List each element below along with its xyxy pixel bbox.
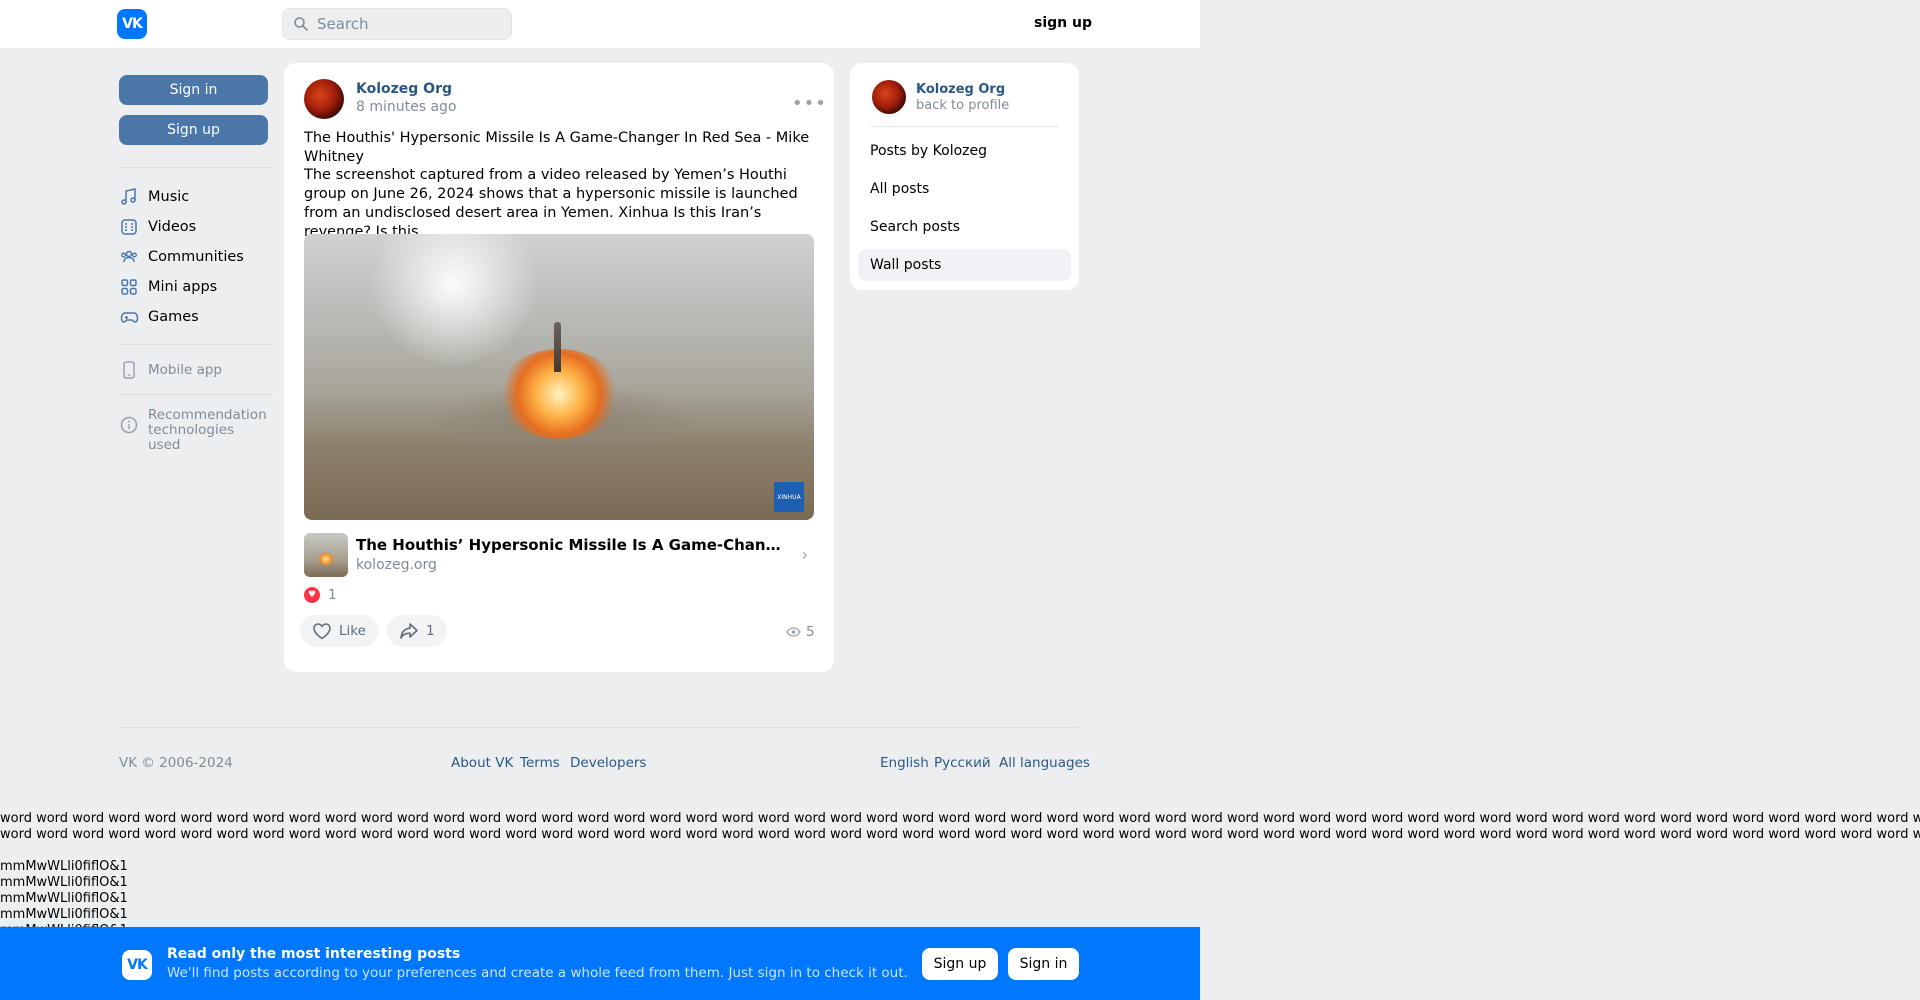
- filler-line: word word word word word word word word …: [0, 827, 1920, 842]
- link-domain: kolozeg.org: [356, 557, 437, 573]
- link-thumbnail: [304, 533, 348, 577]
- views-counter: 5: [786, 624, 815, 640]
- eye-icon: [786, 627, 801, 637]
- sign-up-button[interactable]: Sign up: [119, 115, 268, 145]
- footer-lang-russian[interactable]: Русский: [934, 755, 991, 771]
- footer-link-terms[interactable]: Terms: [520, 755, 560, 771]
- banner-sign-up-button[interactable]: Sign up: [922, 948, 998, 980]
- reactions-summary[interactable]: ♥ 1: [304, 587, 337, 603]
- sidebar-item-label: Recommendation technologies used: [148, 407, 267, 453]
- info-icon: [119, 415, 139, 435]
- banner-title: Read only the most interesting posts: [167, 946, 461, 962]
- footer-link-about[interactable]: About VK: [451, 755, 513, 771]
- sidebar-item-label: Mobile app: [148, 362, 222, 378]
- vk-logo[interactable]: VK: [117, 9, 147, 39]
- image-sky-glare: [364, 234, 544, 364]
- xinhua-badge: XINHUA: [774, 482, 804, 512]
- footer-lang-all[interactable]: All languages: [999, 755, 1090, 771]
- glyph-line: mmMwWLli0fiflO&1: [0, 907, 128, 922]
- heart-reaction-icon: ♥: [304, 587, 320, 603]
- views-count: 5: [806, 624, 815, 640]
- menu-posts-by-author[interactable]: Posts by Kolozeg: [858, 135, 1071, 167]
- footer-link-developers[interactable]: Developers: [570, 755, 646, 771]
- link-title: The Houthis’ Hypersonic Missile Is A Gam…: [356, 536, 786, 554]
- glyph-line: mmMwWLli0fiflO&1: [0, 891, 128, 906]
- sidebar-item-games[interactable]: Games: [119, 306, 199, 328]
- sidebar-divider: [119, 167, 274, 168]
- sidebar-item-label: Communities: [148, 249, 244, 265]
- post-card: Kolozeg Org 8 minutes ago ••• The Houthi…: [284, 63, 834, 672]
- mini-apps-icon: [119, 277, 139, 297]
- search-box[interactable]: [282, 8, 512, 40]
- menu-search-posts[interactable]: Search posts: [858, 211, 1071, 243]
- like-label: Like: [339, 623, 366, 639]
- vk-logo: VK: [122, 950, 152, 980]
- sidebar-item-communities[interactable]: Communities: [119, 246, 244, 268]
- sidebar-item-label: Mini apps: [148, 279, 218, 295]
- signin-promo-banner: VK Read only the most interesting posts …: [0, 927, 1200, 1000]
- like-button[interactable]: Like: [300, 615, 378, 647]
- footer-lang-english[interactable]: English: [880, 755, 929, 771]
- profile-avatar[interactable]: [872, 80, 906, 114]
- back-to-profile-link[interactable]: back to profile: [916, 98, 1009, 113]
- search-icon: [294, 17, 308, 31]
- menu-all-posts[interactable]: All posts: [858, 173, 1071, 205]
- phone-icon: [119, 360, 139, 380]
- sidebar-divider: [119, 344, 274, 345]
- banner-subtitle: We'll find posts according to your prefe…: [167, 965, 908, 981]
- filler-line: word word word word word word word word …: [0, 811, 1920, 826]
- post-title: The Houthis' Hypersonic Missile Is A Gam…: [304, 130, 810, 165]
- heart-outline-icon: [313, 623, 331, 640]
- sidebar-item-mobile-app[interactable]: Mobile app: [119, 359, 222, 381]
- sidebar-item-label: Music: [148, 189, 190, 205]
- post-author-link[interactable]: Kolozeg Org: [356, 81, 452, 97]
- image-missile: [554, 322, 561, 372]
- music-icon: [119, 187, 139, 207]
- banner-sign-in-button[interactable]: Sign in: [1008, 948, 1079, 980]
- author-avatar[interactable]: [304, 79, 344, 119]
- share-icon: [400, 623, 418, 639]
- glyph-line: mmMwWLli0fiflO&1: [0, 859, 128, 874]
- footer-divider: [119, 727, 1079, 728]
- header-signup-link[interactable]: sign up: [1034, 15, 1092, 31]
- glyph-line: mmMwWLli0fiflO&1: [0, 875, 128, 890]
- post-text: The screenshot captured from a video rel…: [304, 167, 798, 240]
- sidebar-divider: [119, 394, 274, 395]
- chevron-right-icon: ›: [801, 545, 808, 564]
- sidebar-item-recommendations[interactable]: Recommendation technologies used: [119, 408, 268, 453]
- post-time[interactable]: 8 minutes ago: [356, 99, 457, 115]
- sidebar-item-videos[interactable]: Videos: [119, 216, 196, 238]
- menu-wall-posts[interactable]: Wall posts: [858, 249, 1071, 281]
- filler-text-block: word word word word word word word word …: [0, 811, 1920, 843]
- more-options-icon[interactable]: •••: [792, 93, 827, 114]
- sidebar-item-label: Games: [148, 309, 199, 325]
- post-image[interactable]: XINHUA: [304, 234, 814, 520]
- share-count: 1: [426, 623, 435, 639]
- communities-icon: [119, 247, 139, 267]
- link-attachment[interactable]: The Houthis’ Hypersonic Missile Is A Gam…: [304, 533, 814, 578]
- reactions-count: 1: [328, 587, 337, 603]
- games-icon: [119, 307, 139, 327]
- sign-in-button[interactable]: Sign in: [119, 75, 268, 105]
- top-header: VK sign up: [0, 0, 1200, 49]
- profile-name-link[interactable]: Kolozeg Org: [916, 82, 1005, 97]
- footer-copyright: VK © 2006-2024: [119, 755, 233, 771]
- profile-card: Kolozeg Org back to profile Posts by Kol…: [850, 63, 1079, 290]
- sidebar-item-label: Videos: [148, 219, 197, 235]
- search-input[interactable]: [317, 9, 507, 39]
- videos-icon: [119, 217, 139, 237]
- profile-card-divider: [870, 126, 1059, 127]
- sidebar-item-music[interactable]: Music: [119, 186, 189, 208]
- share-button[interactable]: 1: [387, 615, 447, 647]
- sidebar-item-mini-apps[interactable]: Mini apps: [119, 276, 217, 298]
